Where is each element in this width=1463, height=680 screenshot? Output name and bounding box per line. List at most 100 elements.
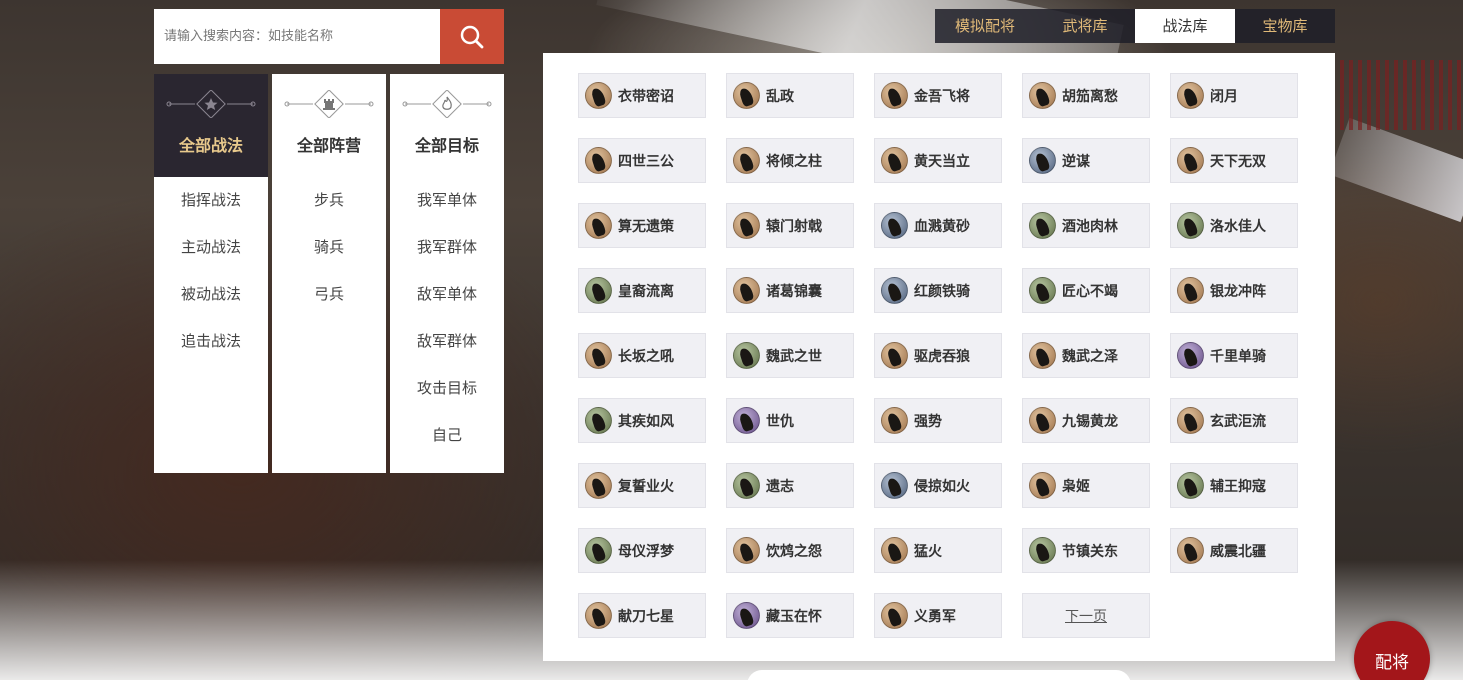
skill-card[interactable]: 衣带密诏 <box>578 73 706 118</box>
skill-avatar-icon <box>1177 342 1204 369</box>
skill-card[interactable]: 辕门射戟 <box>726 203 854 248</box>
tab-team-builder[interactable]: 模拟配将 <box>935 9 1035 43</box>
skill-card[interactable]: 诸葛锦囊 <box>726 268 854 313</box>
filter-list-camp: 步兵 骑兵 弓兵 <box>272 177 386 323</box>
skill-card[interactable]: 乱政 <box>726 73 854 118</box>
filter-item-cavalry[interactable]: 骑兵 <box>272 229 386 276</box>
skill-card[interactable]: 金吾飞将 <box>874 73 1002 118</box>
skill-name: 将倾之柱 <box>766 153 822 170</box>
skill-avatar-icon <box>881 472 908 499</box>
filter-column-camp: 全部阵营 步兵 骑兵 弓兵 <box>272 74 386 473</box>
tab-skills[interactable]: 战法库 <box>1135 9 1235 43</box>
skill-name: 侵掠如火 <box>914 478 970 495</box>
tab-generals[interactable]: 武将库 <box>1035 9 1135 43</box>
skill-avatar-icon <box>733 147 760 174</box>
skill-card[interactable]: 饮鸩之怨 <box>726 528 854 573</box>
skill-name: 辕门射戟 <box>766 218 822 235</box>
skill-card[interactable]: 洛水佳人 <box>1170 203 1298 248</box>
skill-card[interactable]: 复誓业火 <box>578 463 706 508</box>
skill-card[interactable]: 节镇关东 <box>1022 528 1150 573</box>
filter-item-command[interactable]: 指挥战法 <box>154 182 268 229</box>
skill-card[interactable]: 黄天当立 <box>874 138 1002 183</box>
skill-card[interactable]: 逆谋 <box>1022 138 1150 183</box>
filter-header-camp[interactable]: 全部阵营 <box>272 74 386 177</box>
skill-avatar-icon <box>1177 407 1204 434</box>
skill-card[interactable]: 侵掠如火 <box>874 463 1002 508</box>
main-tabs: 模拟配将 武将库 战法库 宝物库 <box>935 9 1335 43</box>
skill-card[interactable]: 千里单骑 <box>1170 333 1298 378</box>
skill-name: 黄天当立 <box>914 153 970 170</box>
skill-card[interactable]: 强势 <box>874 398 1002 443</box>
skill-card[interactable]: 魏武之泽 <box>1022 333 1150 378</box>
skill-avatar-icon <box>1177 472 1204 499</box>
skill-avatar-icon <box>733 602 760 629</box>
filter-item-ally-single[interactable]: 我军单体 <box>390 182 504 229</box>
search-input[interactable] <box>154 9 440 64</box>
skill-name: 驱虎吞狼 <box>914 348 970 365</box>
filter-list-target: 我军单体 我军群体 敌军单体 敌军群体 攻击目标 自己 <box>390 177 504 464</box>
skill-card[interactable]: 遗志 <box>726 463 854 508</box>
next-page-button[interactable]: 下一页 <box>1022 593 1150 638</box>
skill-avatar-icon <box>881 277 908 304</box>
skill-card[interactable]: 辅王抑寇 <box>1170 463 1298 508</box>
skill-card[interactable]: 献刀七星 <box>578 593 706 638</box>
skill-card[interactable]: 红颜铁骑 <box>874 268 1002 313</box>
skill-card[interactable]: 算无遗策 <box>578 203 706 248</box>
skill-name: 玄武洰流 <box>1210 413 1266 430</box>
skill-avatar-icon <box>881 82 908 109</box>
skill-card[interactable]: 四世三公 <box>578 138 706 183</box>
skill-name: 藏玉在怀 <box>766 608 822 625</box>
skill-name: 诸葛锦囊 <box>766 283 822 300</box>
skill-name: 强势 <box>914 413 942 430</box>
skill-card[interactable]: 猛火 <box>874 528 1002 573</box>
filter-header-skill-type[interactable]: 全部战法 <box>154 74 268 177</box>
skill-avatar-icon <box>585 147 612 174</box>
filter-item-archer[interactable]: 弓兵 <box>272 276 386 323</box>
search-button[interactable] <box>440 9 504 64</box>
skill-card[interactable]: 母仪浮梦 <box>578 528 706 573</box>
skill-card[interactable]: 血溅黄砂 <box>874 203 1002 248</box>
skill-card[interactable]: 天下无双 <box>1170 138 1298 183</box>
tab-treasures[interactable]: 宝物库 <box>1235 9 1335 43</box>
skill-card[interactable]: 胡笳离愁 <box>1022 73 1150 118</box>
skill-card[interactable]: 藏玉在怀 <box>726 593 854 638</box>
skill-name: 衣带密诏 <box>618 88 674 105</box>
skill-card[interactable]: 玄武洰流 <box>1170 398 1298 443</box>
skill-name: 乱政 <box>766 88 794 105</box>
skill-card[interactable]: 闭月 <box>1170 73 1298 118</box>
skill-card[interactable]: 枭姬 <box>1022 463 1150 508</box>
filter-header-target[interactable]: 全部目标 <box>390 74 504 177</box>
filter-item-pursuit[interactable]: 追击战法 <box>154 323 268 370</box>
filter-item-active[interactable]: 主动战法 <box>154 229 268 276</box>
filter-item-enemy-single[interactable]: 敌军单体 <box>390 276 504 323</box>
skill-card[interactable]: 将倾之柱 <box>726 138 854 183</box>
skill-name: 饮鸩之怨 <box>766 543 822 560</box>
skill-avatar-icon <box>585 277 612 304</box>
skill-card[interactable]: 九锡黄龙 <box>1022 398 1150 443</box>
skill-card[interactable]: 皇裔流离 <box>578 268 706 313</box>
skill-name: 金吾飞将 <box>914 88 970 105</box>
filter-item-infantry[interactable]: 步兵 <box>272 182 386 229</box>
skill-card[interactable]: 酒池肉林 <box>1022 203 1150 248</box>
skill-card[interactable]: 匠心不竭 <box>1022 268 1150 313</box>
skill-name: 红颜铁骑 <box>914 283 970 300</box>
skill-name: 节镇关东 <box>1062 543 1118 560</box>
skill-card[interactable]: 驱虎吞狼 <box>874 333 1002 378</box>
skill-card[interactable]: 义勇军 <box>874 593 1002 638</box>
skill-card[interactable]: 其疾如风 <box>578 398 706 443</box>
skill-card[interactable]: 长坂之吼 <box>578 333 706 378</box>
skill-card[interactable]: 魏武之世 <box>726 333 854 378</box>
skill-card[interactable]: 世仇 <box>726 398 854 443</box>
filter-item-self[interactable]: 自己 <box>390 417 504 464</box>
skill-avatar-icon <box>881 537 908 564</box>
filter-item-ally-group[interactable]: 我军群体 <box>390 229 504 276</box>
skill-card[interactable]: 威震北疆 <box>1170 528 1298 573</box>
filter-item-passive[interactable]: 被动战法 <box>154 276 268 323</box>
skills-panel: 衣带密诏 乱政 金吾飞将 胡笳离愁 闭月四世三公 将倾之柱 黄天当立 逆谋 天下无双算无遗策 辕门… <box>543 53 1335 661</box>
skill-avatar-icon <box>585 537 612 564</box>
filter-item-attack-target[interactable]: 攻击目标 <box>390 370 504 417</box>
skill-name: 匠心不竭 <box>1062 283 1118 300</box>
skill-avatar-icon <box>585 407 612 434</box>
skill-card[interactable]: 银龙冲阵 <box>1170 268 1298 313</box>
filter-item-enemy-group[interactable]: 敌军群体 <box>390 323 504 370</box>
